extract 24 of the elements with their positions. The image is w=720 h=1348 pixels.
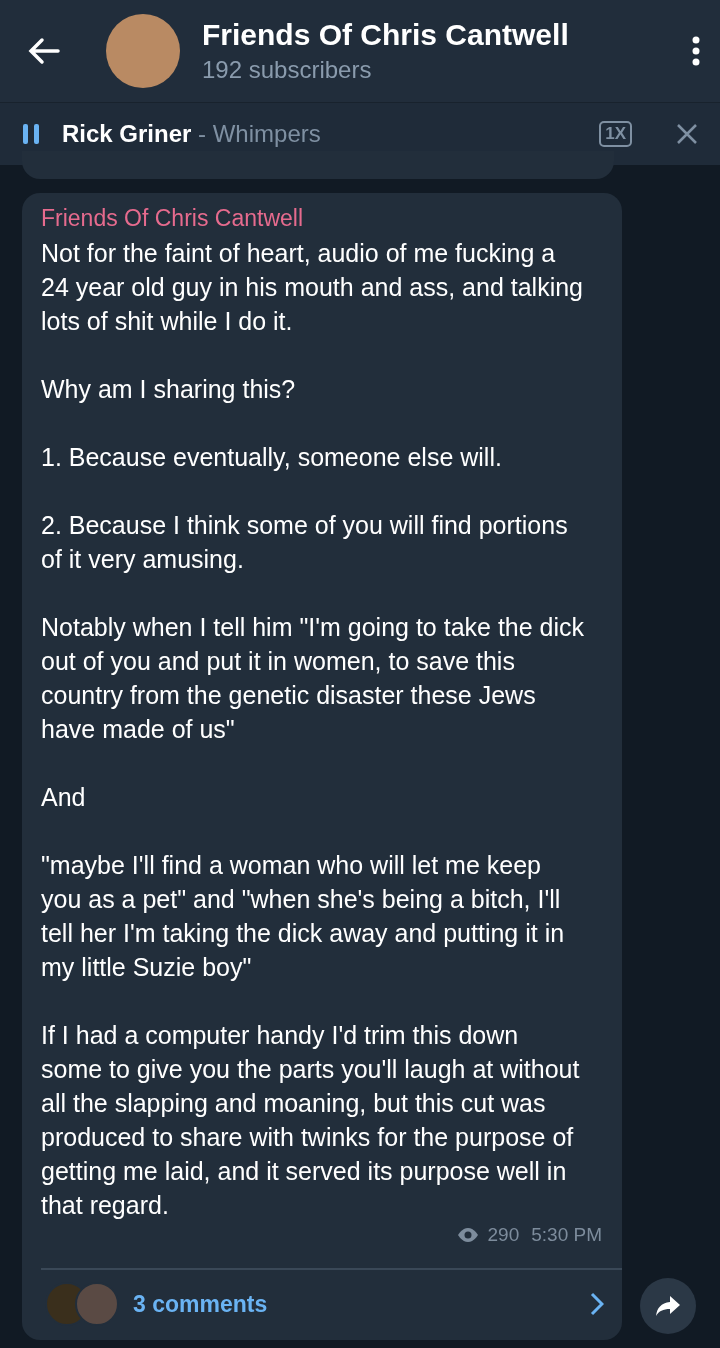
message-paragraph: Why am I sharing this? [41,374,297,405]
share-button[interactable] [640,1278,696,1334]
message-paragraph: 1. Because eventually, someone else will. [41,442,503,473]
message-paragraph: "maybe I'll find a woman who will let me keep you as a pet" and "when she's being a bitch, I'll tell her I'm taking the dick away and putting it in my little Suzie boy" [41,850,566,983]
message-time: 5:30 PM [531,1224,602,1246]
chevron-right-icon [590,1292,604,1316]
menu-icon[interactable] [692,36,700,66]
now-playing-text: Rick Griner - Whimpers [62,120,322,148]
view-count: 290 [487,1224,520,1246]
message-paragraph: Notably when I tell him "I'm going to take the dick out of you and put it in women, to save this country from the genetic disaster these Jews have made of us" [41,612,586,745]
close-icon[interactable] [676,123,698,145]
eye-icon [455,1227,480,1243]
comments-button[interactable]: 3 comments [41,1268,622,1340]
back-icon[interactable] [28,37,60,65]
share-icon [654,1294,682,1318]
message-paragraph: Not for the faint of heart, audio of me fucking a 24 year old guy in his mouth and ass, and talking lots of shit while I do it. [41,238,584,337]
message-paragraph: If I had a computer handy I'd trim this down some to give you the parts you'll laugh at without all the slapping and moaning, but this cut was produced to share with twinks for the purpose of getting me laid, and it served its purpose well in that regard. [41,1020,581,1221]
speed-button[interactable]: 1X [599,121,632,147]
channel-title: Friends Of Chris Cantwell [202,18,570,52]
message-paragraph: 2. Because I think some of you will find portions of it very amusing. [41,510,569,575]
message-paragraph: And [41,782,87,813]
pause-icon[interactable] [22,123,40,145]
message-author: Friends Of Chris Cantwell [41,205,305,232]
subscriber-count: 192 subscribers [202,56,373,84]
